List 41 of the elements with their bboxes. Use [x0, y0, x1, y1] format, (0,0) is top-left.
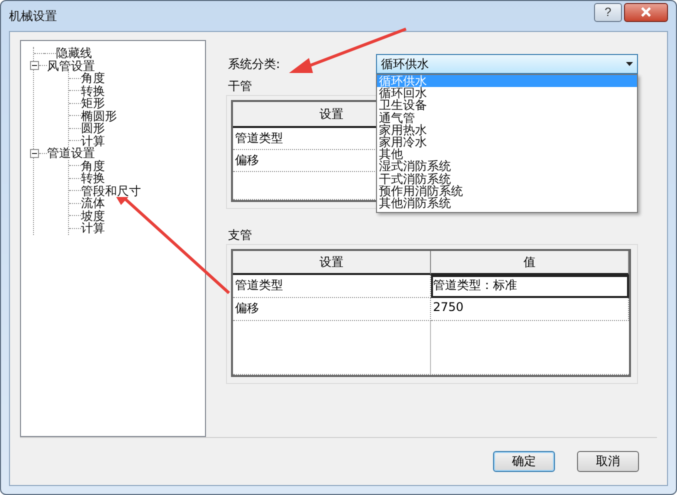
- table-cell: 管道类型: [233, 275, 431, 298]
- tree-item[interactable]: 圆形: [81, 122, 105, 134]
- group-title: 支管: [228, 227, 252, 244]
- tree-item[interactable]: 角度: [81, 72, 105, 84]
- close-button[interactable]: [624, 2, 668, 22]
- tree-item[interactable]: 角度: [81, 160, 105, 172]
- group-title: 干管: [228, 78, 252, 95]
- tree-item[interactable]: 管段和尺寸: [81, 184, 141, 197]
- dropdown-option[interactable]: 干式消防系统: [377, 172, 637, 185]
- tree-item[interactable]: 管道设置: [47, 147, 95, 160]
- dropdown-option[interactable]: 循环回水: [377, 87, 637, 100]
- tree-item[interactable]: 矩形: [81, 97, 105, 110]
- tree-item[interactable]: 椭圆形: [81, 110, 117, 122]
- system-dropdown[interactable]: 循环供水: [376, 54, 638, 74]
- dropdown-option[interactable]: 其他消防系统: [377, 196, 637, 210]
- tree-item[interactable]: 隐藏线: [56, 47, 92, 60]
- tree-item[interactable]: 转换: [81, 84, 105, 97]
- dropdown-option[interactable]: 其他: [377, 148, 637, 160]
- table-cell[interactable]: 管道类型：标准: [431, 275, 629, 298]
- collapse-icon[interactable]: [30, 148, 39, 158]
- tree-item[interactable]: 计算: [81, 222, 105, 234]
- window-title: 机械设置: [9, 8, 58, 24]
- caret-icon: [626, 62, 633, 66]
- tree-item[interactable]: 转换: [81, 172, 105, 184]
- dropdown-option[interactable]: 家用冷水: [377, 136, 637, 148]
- field-label: 系统分类:: [227, 56, 282, 72]
- column-header: 值: [431, 251, 629, 275]
- close-icon: [640, 7, 652, 17]
- tree-item[interactable]: 流体: [81, 197, 105, 210]
- table-cell: 偏移: [233, 298, 431, 321]
- collapse-icon[interactable]: [30, 61, 39, 70]
- dropdown-option[interactable]: 湿式消防系统: [377, 160, 637, 172]
- dialog-button[interactable]: 确定: [493, 451, 555, 472]
- tree-item[interactable]: 坡度: [81, 210, 105, 222]
- column-header: 设置: [233, 251, 431, 275]
- table-cell[interactable]: 2750: [431, 298, 629, 321]
- help-button[interactable]: ?: [594, 2, 622, 22]
- dialog-button[interactable]: 取消: [577, 451, 639, 472]
- tree-item[interactable]: 计算: [81, 134, 105, 147]
- dropdown-option[interactable]: 预作用消防系统: [377, 184, 637, 197]
- tree-item[interactable]: 风管设置: [47, 60, 95, 72]
